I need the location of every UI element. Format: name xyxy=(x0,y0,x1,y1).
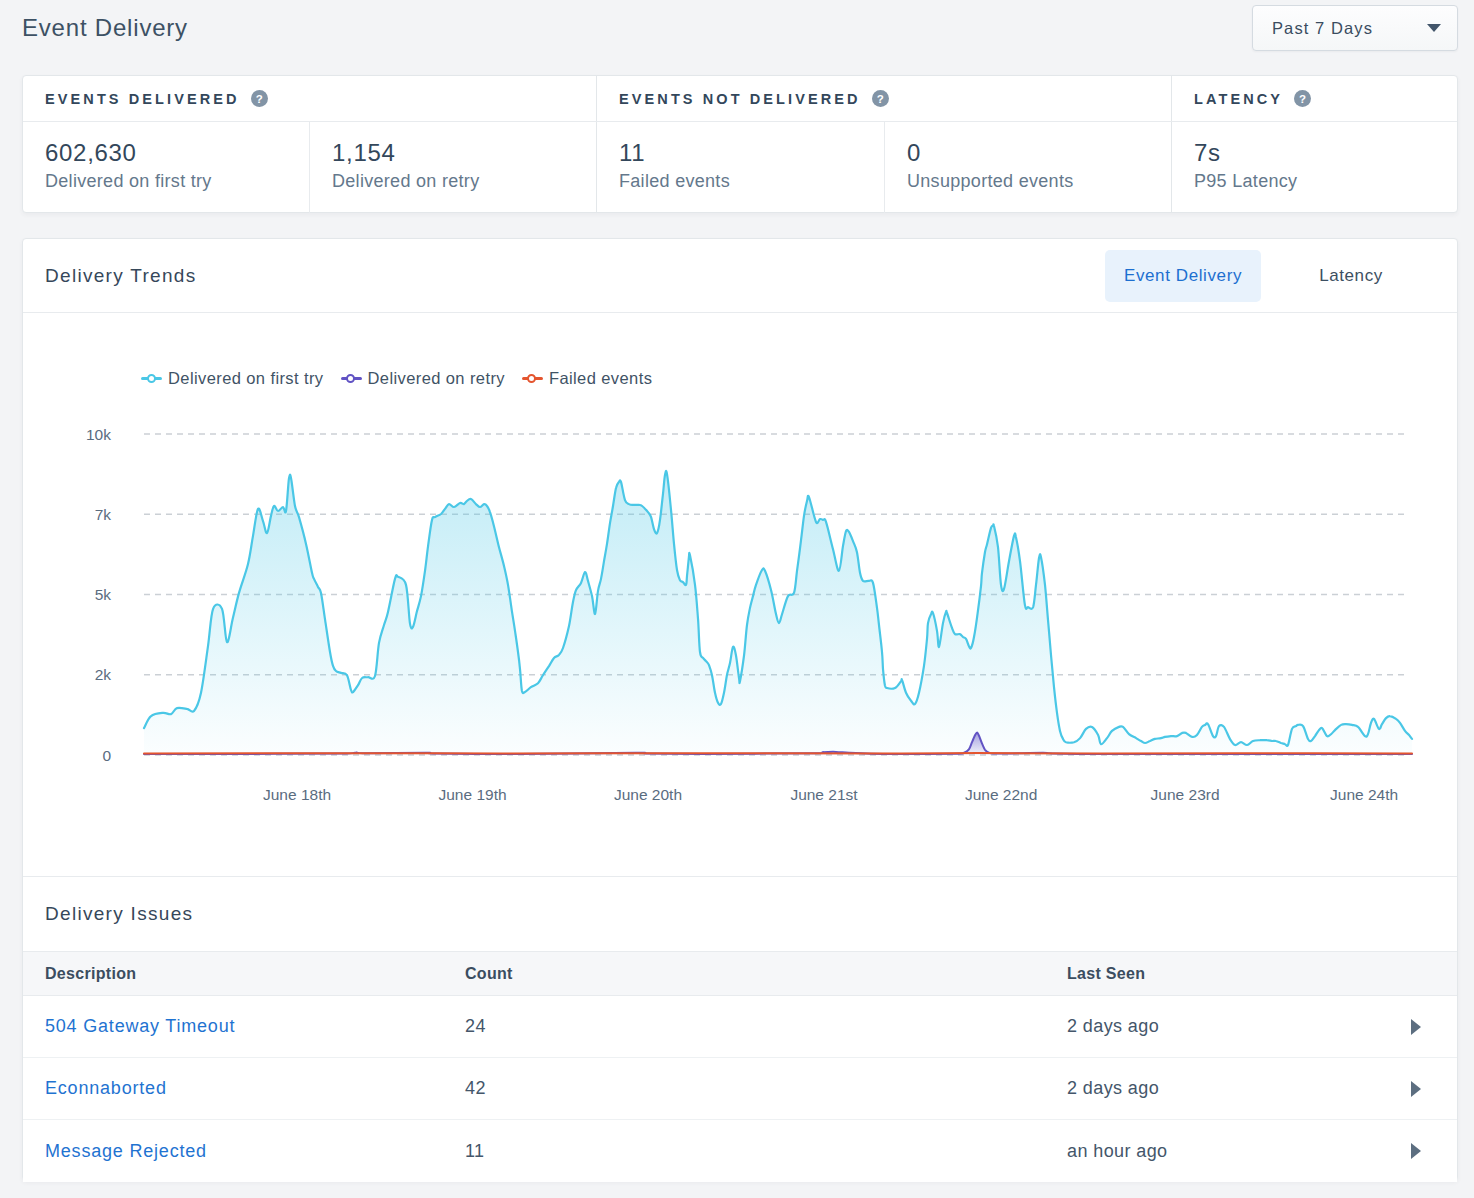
column-header-description: Description xyxy=(23,965,465,983)
x-axis-label: June 21st xyxy=(790,786,858,803)
legend-label: Delivered on first try xyxy=(168,369,324,388)
trend-chart-plot: 0 2k 5k 7k 10k June 18th June 19th June 20th Jun… xyxy=(23,416,1457,811)
issues-title-block: Delivery Issues xyxy=(23,877,1457,951)
stat-unsupported-events: 0 Unsupported events xyxy=(884,122,1171,213)
chevron-right-icon[interactable] xyxy=(1411,1019,1421,1035)
failed-series-marker-icon xyxy=(522,374,543,383)
y-axis-label: 7k xyxy=(95,506,112,523)
legend-marker-ring xyxy=(346,374,355,383)
x-axis-label: June 20th xyxy=(614,786,682,803)
column-header-last-seen: Last Seen xyxy=(1067,965,1391,983)
stats-group-events-not-delivered: EVENTS NOT DELIVERED ? xyxy=(596,76,1171,121)
y-axis-label: 10k xyxy=(86,426,111,443)
time-range-select[interactable]: Past 7 Days xyxy=(1252,5,1458,51)
legend-item-first-try: Delivered on first try xyxy=(141,369,324,388)
issues-title: Delivery Issues xyxy=(45,903,193,925)
help-icon[interactable]: ? xyxy=(251,90,268,107)
delivery-trends-card: Delivery Trends Event Delivery Latency D… xyxy=(22,238,1458,1181)
issue-link[interactable]: 504 Gateway Timeout xyxy=(45,1016,235,1036)
x-axis-label: June 19th xyxy=(438,786,506,803)
issue-count: 11 xyxy=(465,1141,1067,1162)
stats-group-label: LATENCY xyxy=(1194,91,1283,107)
x-axis-label: June 24th xyxy=(1330,786,1398,803)
legend-marker-ring xyxy=(147,374,156,383)
issue-link[interactable]: Message Rejected xyxy=(45,1141,207,1161)
delivery-issues-section: Delivery Issues Description Count Last S… xyxy=(23,876,1457,1182)
stat-label: Unsupported events xyxy=(907,168,1171,194)
stats-header-row: EVENTS DELIVERED ? EVENTS NOT DELIVERED … xyxy=(23,76,1457,122)
issue-last-seen: 2 days ago xyxy=(1067,1078,1391,1099)
y-axis-label: 5k xyxy=(95,586,112,603)
issue-link[interactable]: Econnaborted xyxy=(45,1078,167,1098)
issue-count: 24 xyxy=(465,1016,1067,1037)
legend-item-failed: Failed events xyxy=(522,369,652,388)
event-delivery-page: Event Delivery Past 7 Days EVENTS DELIVE… xyxy=(0,0,1474,1198)
issues-table-header: Description Count Last Seen xyxy=(23,951,1457,996)
tab-event-delivery[interactable]: Event Delivery xyxy=(1105,250,1261,302)
issues-table: Description Count Last Seen 504 Gateway … xyxy=(23,951,1457,1182)
tab-latency[interactable]: Latency xyxy=(1261,250,1441,302)
first-try-series-marker-icon xyxy=(141,374,162,383)
stat-value: 1,154 xyxy=(332,138,596,167)
trends-header: Delivery Trends Event Delivery Latency xyxy=(23,239,1457,313)
stat-label: P95 Latency xyxy=(1194,168,1457,194)
stat-p95-latency: 7s P95 Latency xyxy=(1171,122,1457,213)
issue-row-econnaborted[interactable]: Econnaborted 42 2 days ago xyxy=(23,1058,1457,1120)
stat-label: Failed events xyxy=(619,168,884,194)
chart-legend: Delivered on first try Delivered on retr… xyxy=(141,369,669,388)
chevron-right-icon[interactable] xyxy=(1411,1081,1421,1097)
legend-label: Delivered on retry xyxy=(368,369,505,388)
stat-failed-events: 11 Failed events xyxy=(596,122,884,213)
stat-value: 0 xyxy=(907,138,1171,167)
y-axis-label: 2k xyxy=(95,666,112,683)
caret-down-icon xyxy=(1427,24,1441,32)
issue-row-504-gateway-timeout[interactable]: 504 Gateway Timeout 24 2 days ago xyxy=(23,996,1457,1058)
column-header-count: Count xyxy=(465,965,1067,983)
stats-group-latency: LATENCY ? xyxy=(1171,76,1457,121)
chevron-right-icon[interactable] xyxy=(1411,1143,1421,1159)
trends-title: Delivery Trends xyxy=(45,265,197,287)
x-axis-label: June 23rd xyxy=(1151,786,1220,803)
help-icon[interactable]: ? xyxy=(1294,90,1311,107)
stat-delivered-first-try: 602,630 Delivered on first try xyxy=(23,122,309,213)
page-header: Event Delivery Past 7 Days xyxy=(22,5,1458,51)
stats-body-row: 602,630 Delivered on first try 1,154 Del… xyxy=(23,122,1457,213)
stat-value: 11 xyxy=(619,138,884,167)
retry-series-marker-icon xyxy=(341,374,362,383)
issue-row-message-rejected[interactable]: Message Rejected 11 an hour ago xyxy=(23,1120,1457,1182)
stats-group-label: EVENTS DELIVERED xyxy=(45,91,240,107)
stat-value: 602,630 xyxy=(45,138,309,167)
issue-last-seen: an hour ago xyxy=(1067,1141,1391,1162)
delivery-trends-chart: Delivered on first try Delivered on retr… xyxy=(23,313,1457,876)
stats-card: EVENTS DELIVERED ? EVENTS NOT DELIVERED … xyxy=(22,75,1458,213)
time-range-value: Past 7 Days xyxy=(1272,19,1373,38)
y-axis-label: 0 xyxy=(102,747,111,764)
page-title: Event Delivery xyxy=(22,14,188,42)
trends-tabs: Event Delivery Latency xyxy=(1105,250,1441,302)
legend-marker-ring xyxy=(527,374,536,383)
stat-label: Delivered on retry xyxy=(332,168,596,194)
stats-group-events-delivered: EVENTS DELIVERED ? xyxy=(23,76,596,121)
x-axis-label: June 18th xyxy=(263,786,331,803)
stat-delivered-retry: 1,154 Delivered on retry xyxy=(309,122,596,213)
stat-label: Delivered on first try xyxy=(45,168,309,194)
stat-value: 7s xyxy=(1194,138,1457,167)
legend-label: Failed events xyxy=(549,369,652,388)
issue-last-seen: 2 days ago xyxy=(1067,1016,1391,1037)
stats-group-label: EVENTS NOT DELIVERED xyxy=(619,91,861,107)
x-axis-label: June 22nd xyxy=(965,786,1037,803)
help-icon[interactable]: ? xyxy=(872,90,889,107)
issue-count: 42 xyxy=(465,1078,1067,1099)
legend-item-retry: Delivered on retry xyxy=(341,369,505,388)
